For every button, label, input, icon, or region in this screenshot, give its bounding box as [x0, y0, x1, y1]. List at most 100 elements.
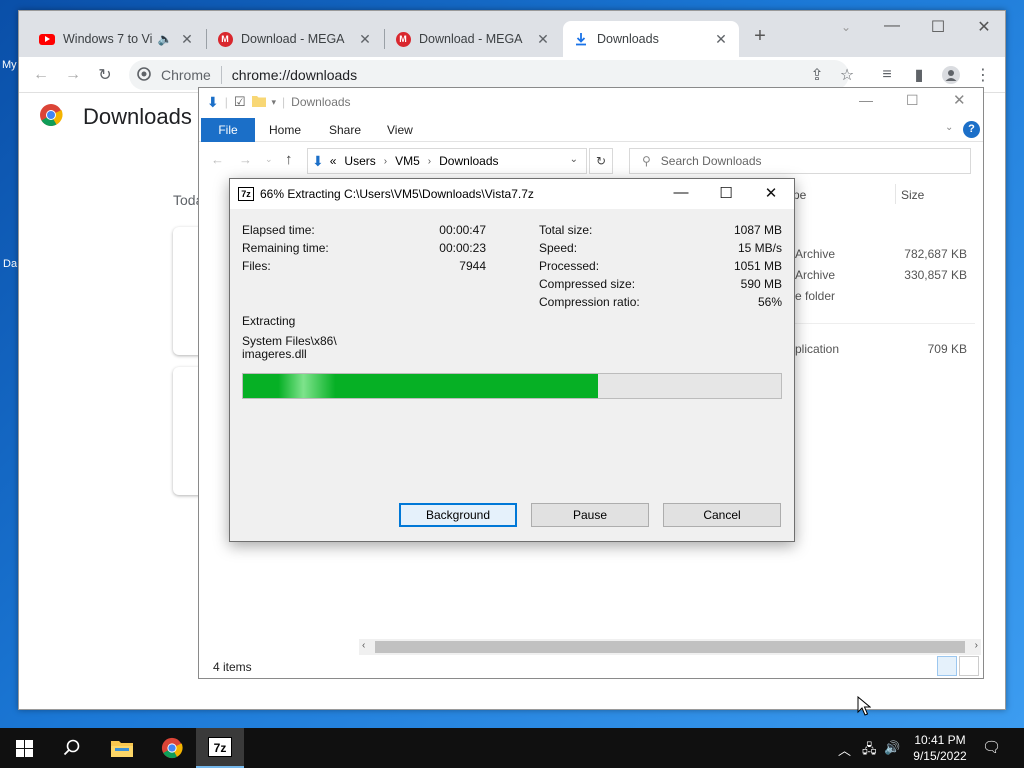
taskbar-7zip[interactable]: 7z: [196, 728, 244, 768]
profile-icon[interactable]: [941, 65, 961, 85]
close-icon[interactable]: ✕: [713, 31, 729, 48]
maximize-button[interactable]: ☐: [906, 92, 919, 109]
properties-icon[interactable]: ☑: [234, 94, 246, 110]
search-icon: [63, 739, 80, 756]
forward-button[interactable]: →: [239, 152, 252, 167]
minimize-button[interactable]: —: [859, 92, 873, 108]
back-button[interactable]: ←: [211, 152, 224, 167]
close-icon[interactable]: ✕: [179, 31, 195, 48]
file-type[interactable]: Archive: [795, 247, 835, 261]
page-title: Downloads: [83, 103, 192, 129]
column-size[interactable]: Size: [901, 188, 924, 202]
new-tab-button[interactable]: +: [745, 25, 775, 48]
system-clock[interactable]: 10:41 PM 9/15/2022: [906, 732, 974, 764]
chrome-logo-icon: [39, 103, 63, 130]
windows-icon: [15, 739, 33, 757]
maximize-button[interactable]: ☐: [923, 17, 953, 37]
tab-share[interactable]: Share: [329, 118, 361, 142]
reload-button[interactable]: ↻: [95, 65, 115, 85]
address-bar[interactable]: Chrome chrome://downloads: [129, 60, 849, 90]
window-title: Downloads: [291, 95, 351, 109]
minimize-button[interactable]: —: [877, 17, 907, 35]
tab-home[interactable]: Home: [269, 118, 301, 142]
chevron-down-icon[interactable]: ⌄: [265, 154, 273, 165]
chevron-down-icon[interactable]: ▾: [272, 97, 277, 108]
minimize-button[interactable]: —: [666, 184, 696, 201]
downloads-header: Downloads: [39, 103, 192, 130]
desktop-icon-label[interactable]: My: [2, 59, 17, 71]
close-window-button[interactable]: ✕: [953, 91, 966, 109]
maximize-button[interactable]: ☐: [711, 184, 741, 202]
star-icon[interactable]: ☆: [837, 65, 857, 85]
breadcrumb-item[interactable]: VM5: [395, 154, 420, 168]
stat-label: Compression ratio:: [539, 295, 640, 309]
tab-search-icon[interactable]: ⌄: [831, 20, 861, 34]
tab-strip: Windows 7 to Vi 🔈 ✕ M Download - MEGA ✕ …: [19, 11, 1005, 57]
tab-view[interactable]: View: [387, 118, 413, 142]
file-type[interactable]: e folder: [795, 289, 835, 303]
tab-file[interactable]: File: [201, 118, 255, 142]
network-icon[interactable]: 🖧: [862, 740, 877, 762]
ribbon-tabs: File Home Share View ⌄ ?: [199, 118, 983, 142]
file-size[interactable]: 782,687 KB: [877, 247, 967, 261]
operation-label: Extracting: [242, 314, 296, 328]
tab-mega-1[interactable]: M Download - MEGA ✕: [207, 21, 383, 57]
current-file: imageres.dll: [242, 347, 307, 361]
close-icon[interactable]: ✕: [535, 31, 551, 48]
file-size[interactable]: 330,857 KB: [877, 268, 967, 282]
start-button[interactable]: [0, 728, 48, 768]
down-arrow-icon[interactable]: ⬇: [207, 94, 219, 111]
breadcrumb[interactable]: ⬇ « Users › VM5 › Downloads ⌄: [307, 148, 587, 174]
pause-button[interactable]: Pause: [531, 503, 649, 527]
file-size[interactable]: 709 KB: [877, 342, 967, 356]
breadcrumb-overflow[interactable]: «: [330, 154, 337, 168]
chevron-left-icon[interactable]: ‹: [362, 640, 365, 651]
search-input[interactable]: ⚲ Search Downloads: [629, 148, 971, 174]
mouse-cursor-icon: [857, 696, 871, 716]
breadcrumb-item[interactable]: Users: [344, 154, 375, 168]
details-view-button[interactable]: [937, 656, 957, 676]
chevron-right-icon[interactable]: ›: [975, 640, 978, 651]
address-row: ← → ⌄ ↑ ⬇ « Users › VM5 › Downloads ⌄ ↻ …: [199, 146, 983, 176]
close-button[interactable]: ✕: [756, 184, 786, 202]
chevron-down-icon[interactable]: ⌄: [945, 122, 953, 133]
search-button[interactable]: [48, 728, 96, 768]
column-type[interactable]: pe: [793, 188, 806, 202]
background-button[interactable]: Background: [399, 503, 517, 527]
desktop-icon-label[interactable]: Da: [3, 258, 17, 270]
tab-title: Windows 7 to Vi: [63, 32, 153, 46]
cancel-button[interactable]: Cancel: [663, 503, 781, 527]
mega-icon: M: [395, 31, 411, 47]
close-icon[interactable]: ✕: [357, 31, 373, 48]
back-button[interactable]: ←: [31, 65, 51, 85]
forward-button[interactable]: →: [63, 65, 83, 85]
breadcrumb-item[interactable]: Downloads: [439, 154, 498, 168]
notification-icon[interactable]: 🗨: [982, 738, 1001, 756]
file-type[interactable]: Archive: [795, 268, 835, 282]
scrollbar-thumb[interactable]: [375, 641, 965, 653]
refresh-button[interactable]: ↻: [589, 148, 613, 174]
tab-mega-2[interactable]: M Download - MEGA ✕: [385, 21, 561, 57]
close-window-button[interactable]: ✕: [969, 17, 999, 37]
taskbar-file-explorer[interactable]: [98, 728, 146, 768]
help-icon[interactable]: ?: [963, 121, 980, 138]
7zip-progress-dialog: 7z 66% Extracting C:\Users\VM5\Downloads…: [229, 178, 795, 542]
taskbar-chrome[interactable]: [148, 728, 196, 768]
up-button[interactable]: ↑: [285, 151, 293, 168]
chevron-down-icon[interactable]: ⌄: [570, 154, 578, 165]
horizontal-scrollbar[interactable]: ‹ ›: [359, 639, 981, 655]
menu-icon[interactable]: ⋮: [973, 65, 993, 85]
speaker-icon[interactable]: 🔈: [157, 32, 173, 46]
tab-youtube[interactable]: Windows 7 to Vi 🔈 ✕: [29, 21, 205, 57]
side-panel-icon[interactable]: ▮: [909, 65, 929, 85]
speaker-icon[interactable]: 🔊: [884, 740, 900, 756]
tab-downloads[interactable]: Downloads ✕: [563, 21, 739, 57]
file-type[interactable]: plication: [795, 342, 839, 356]
large-icons-view-button[interactable]: [959, 656, 979, 676]
share-icon[interactable]: ⇪: [807, 65, 827, 85]
chevron-up-icon[interactable]: ︿: [838, 740, 851, 759]
media-icon[interactable]: ≡: [877, 65, 897, 85]
folder-icon[interactable]: [251, 95, 266, 110]
current-path: System Files\x86\: [242, 334, 337, 348]
stat-value: 15 MB/s: [737, 241, 782, 255]
